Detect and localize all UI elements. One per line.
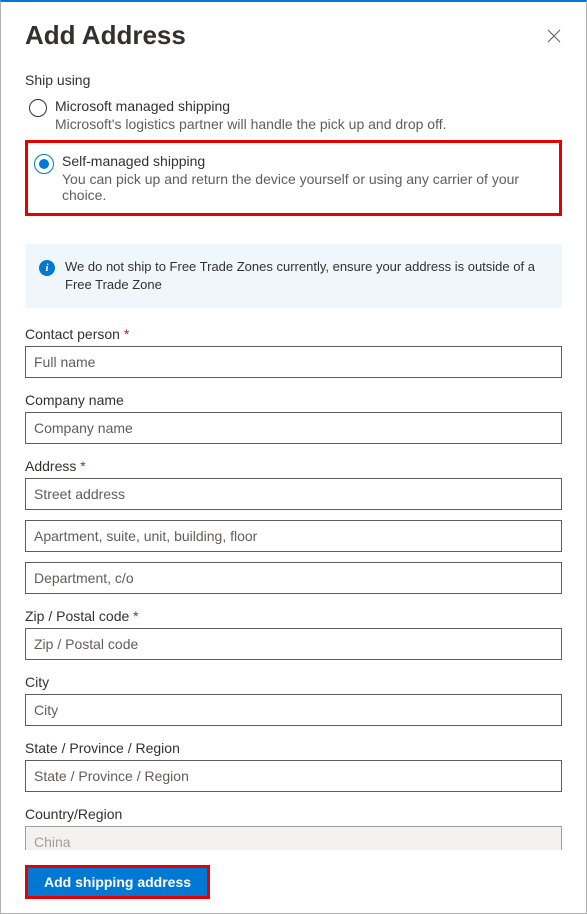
- address-label: Address *: [25, 458, 562, 474]
- ship-using-label: Ship using: [25, 72, 562, 88]
- state-input[interactable]: [25, 760, 562, 792]
- radio-microsoft-managed[interactable]: Microsoft managed shipping Microsoft's l…: [25, 94, 562, 136]
- zip-input[interactable]: [25, 628, 562, 660]
- radio-label: Microsoft managed shipping: [55, 98, 558, 114]
- form-scroll-area[interactable]: Ship using Microsoft managed shipping Mi…: [1, 60, 586, 855]
- contact-person-label: Contact person *: [25, 326, 562, 342]
- close-icon: [547, 29, 561, 43]
- zip-label: Zip / Postal code *: [25, 608, 562, 624]
- state-label: State / Province / Region: [25, 740, 562, 756]
- radio-self-managed[interactable]: Self-managed shipping You can pick up an…: [25, 140, 562, 216]
- page-title: Add Address: [25, 20, 186, 51]
- apartment-input[interactable]: [25, 520, 562, 552]
- radio-description: You can pick up and return the device yo…: [62, 171, 553, 203]
- street-address-input[interactable]: [25, 478, 562, 510]
- company-name-label: Company name: [25, 392, 562, 408]
- close-button[interactable]: [546, 28, 562, 44]
- info-icon: i: [39, 260, 55, 276]
- contact-person-input[interactable]: [25, 346, 562, 378]
- radio-label: Self-managed shipping: [62, 153, 553, 169]
- add-shipping-address-button[interactable]: Add shipping address: [25, 865, 210, 899]
- country-label: Country/Region: [25, 806, 562, 822]
- radio-description: Microsoft's logistics partner will handl…: [55, 116, 558, 132]
- radio-circle-icon[interactable]: [34, 154, 54, 174]
- city-label: City: [25, 674, 562, 690]
- city-input[interactable]: [25, 694, 562, 726]
- radio-circle-icon[interactable]: [29, 99, 47, 117]
- info-banner: i We do not ship to Free Trade Zones cur…: [25, 244, 562, 308]
- company-name-input[interactable]: [25, 412, 562, 444]
- info-text: We do not ship to Free Trade Zones curre…: [65, 258, 548, 294]
- department-input[interactable]: [25, 562, 562, 594]
